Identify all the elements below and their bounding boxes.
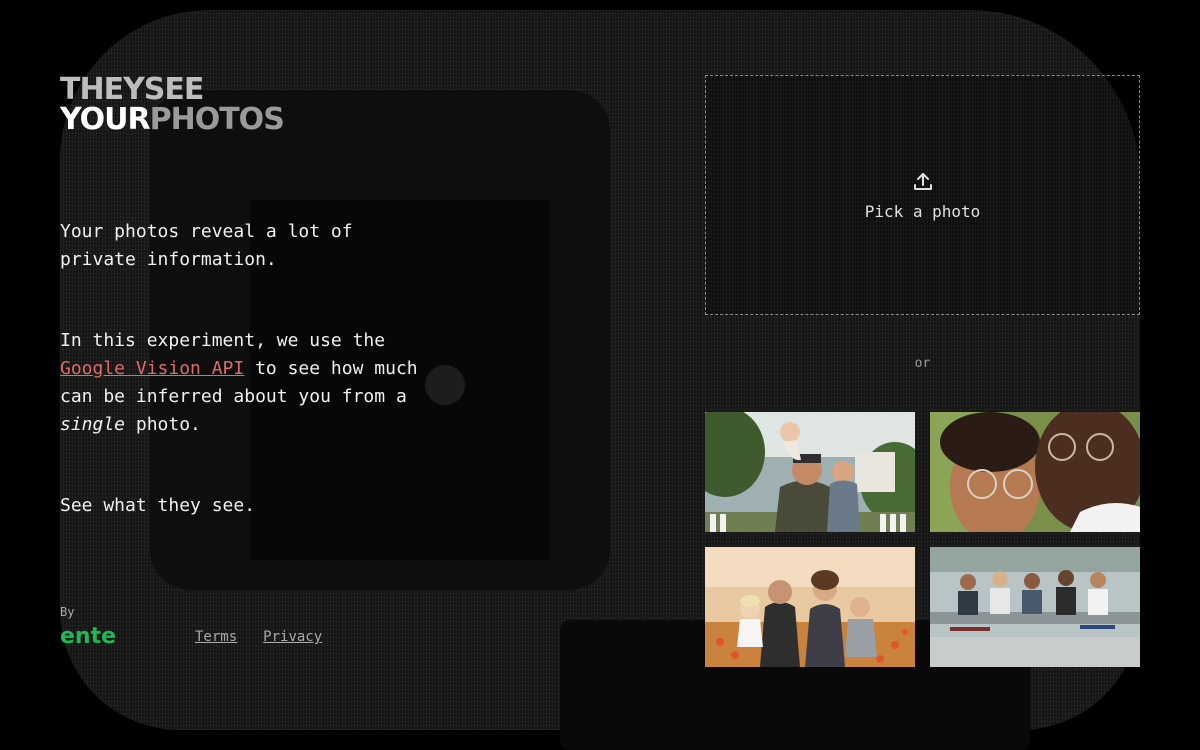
or-separator: or	[914, 356, 931, 371]
sample-photo-group-skateboards[interactable]	[930, 547, 1140, 667]
group-skateboards-image	[930, 547, 1140, 667]
pick-photo-dropzone[interactable]: Pick a photo	[705, 75, 1140, 315]
site-logo[interactable]: THEYSEE YOURPHOTOS	[60, 75, 285, 137]
intro-paragraph-2: In this experiment, we use the Google Vi…	[60, 330, 418, 435]
ente-brand-link[interactable]: ente	[60, 624, 116, 649]
intro-paragraph-3: See what they see.	[60, 495, 256, 516]
intro-paragraph-1: Your photos reveal a lot of private info…	[60, 221, 353, 270]
by-label: By	[60, 605, 75, 619]
family-field-image	[705, 547, 915, 667]
pick-photo-label: Pick a photo	[864, 201, 981, 221]
footer-links: Terms Privacy	[195, 629, 348, 645]
family-shoulders-image	[705, 412, 915, 532]
intro-text: Your photos reveal a lot of private info…	[60, 218, 420, 520]
upload-icon	[913, 172, 932, 190]
privacy-link[interactable]: Privacy	[263, 629, 322, 645]
sample-photo-family-field[interactable]	[705, 547, 915, 667]
terms-link[interactable]: Terms	[195, 629, 237, 645]
logo-word-your: YOUR	[60, 102, 151, 137]
google-vision-api-link[interactable]: Google Vision API	[60, 358, 244, 379]
sample-photo-couple-closeup[interactable]	[930, 412, 1140, 532]
logo-word-photos: PHOTOS	[149, 102, 285, 137]
sample-photo-family-shoulders[interactable]	[705, 412, 915, 532]
couple-closeup-image	[930, 412, 1140, 532]
